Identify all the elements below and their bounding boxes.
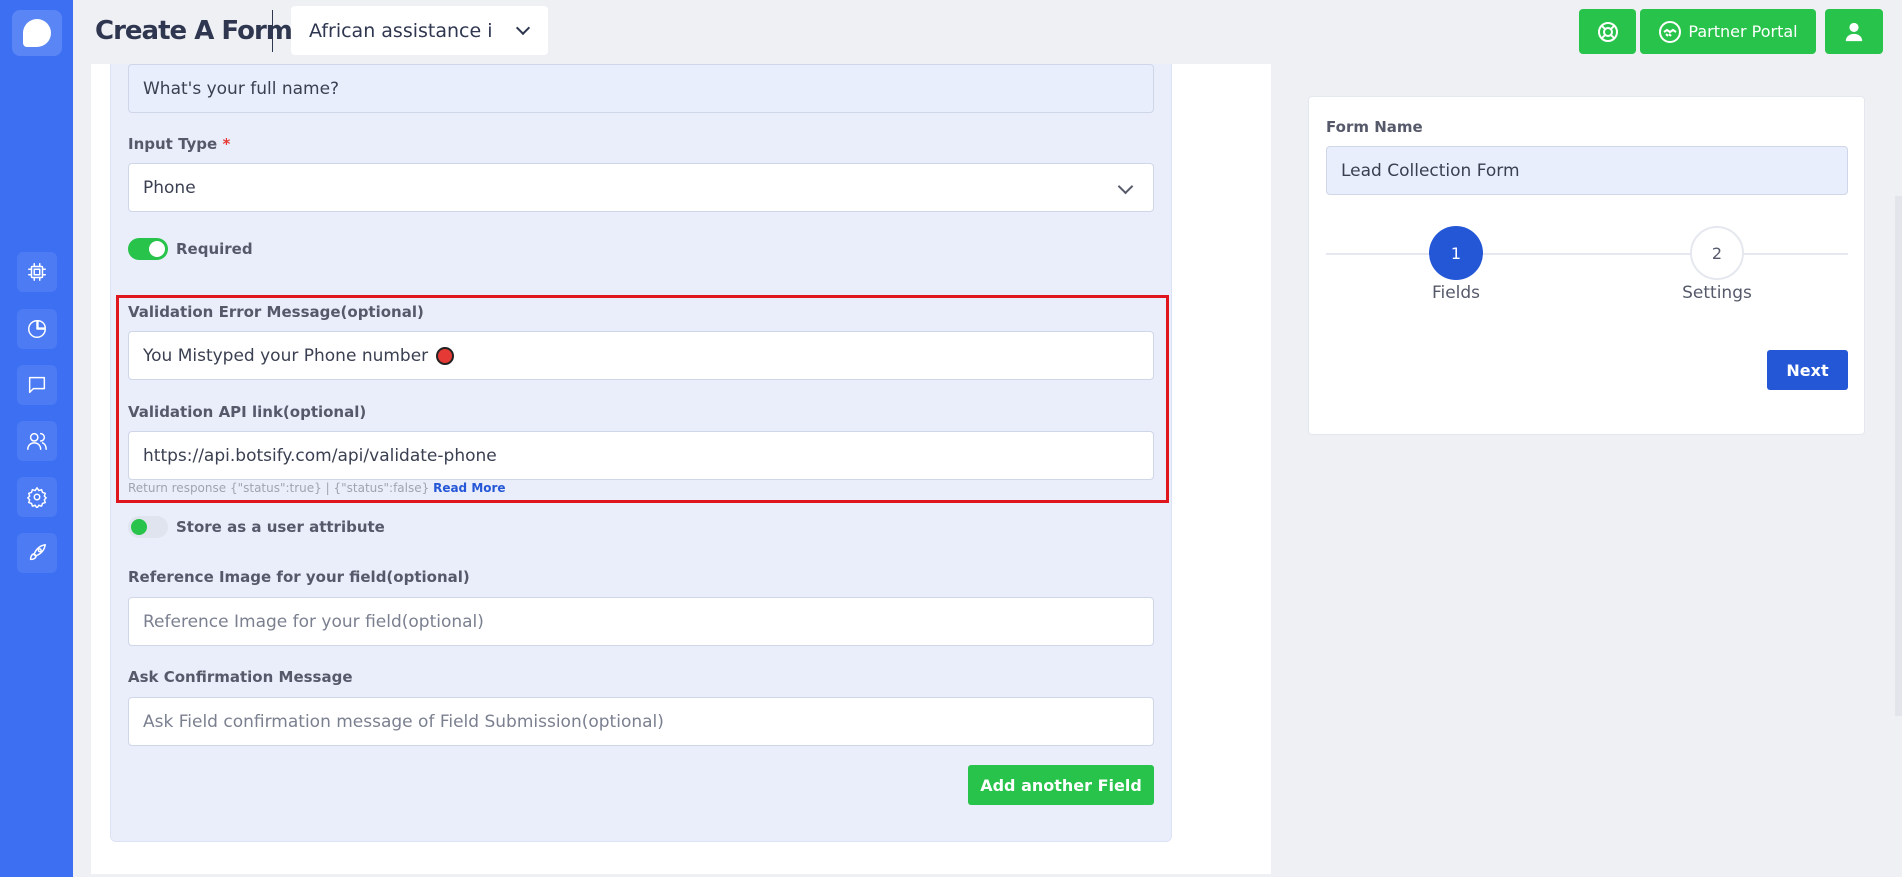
input-type-select[interactable]: Phone <box>128 163 1154 212</box>
step-settings-label: Settings <box>1682 283 1752 303</box>
input-type-label: Input Type * <box>128 135 230 153</box>
input-type-value: Phone <box>143 177 196 198</box>
form-name-label: Form Name <box>1326 118 1423 136</box>
confirmation-input[interactable]: Ask Field confirmation message of Field … <box>128 697 1154 746</box>
toggle-knob <box>131 519 147 535</box>
sidebar-item-analytics[interactable] <box>17 309 57 349</box>
sidebar-item-chip[interactable] <box>17 252 57 292</box>
pie-chart-icon <box>28 320 46 338</box>
step-fields[interactable]: 1 <box>1429 226 1483 280</box>
reference-image-label: Reference Image for your field(optional) <box>128 568 470 586</box>
add-another-field-button[interactable]: Add another Field <box>968 765 1154 805</box>
chip-icon <box>28 263 46 281</box>
input-type-label-text: Input Type <box>128 135 218 153</box>
chat-bubble-logo-icon <box>23 19 51 47</box>
sidebar-item-chat[interactable] <box>17 365 57 405</box>
sidebar-item-users[interactable] <box>17 421 57 461</box>
support-button[interactable] <box>1579 9 1636 54</box>
confirmation-placeholder: Ask Field confirmation message of Field … <box>143 711 664 732</box>
form-name-value: Lead Collection Form <box>1341 160 1520 181</box>
question-input-value: What's your full name? <box>143 78 340 99</box>
confirmation-label: Ask Confirmation Message <box>128 668 353 686</box>
validation-error-input[interactable]: You Mistyped your Phone number <box>128 331 1154 380</box>
reference-image-placeholder: Reference Image for your field(optional) <box>143 611 484 632</box>
user-menu-button[interactable] <box>1825 9 1883 54</box>
validation-hint: Return response {"status":true} | {"stat… <box>128 481 506 495</box>
chevron-down-icon <box>1117 178 1134 195</box>
validation-error-label: Validation Error Message(optional) <box>128 303 424 321</box>
bot-selector[interactable]: African assistance i <box>291 6 548 55</box>
app-logo[interactable] <box>12 10 62 56</box>
question-input[interactable]: What's your full name? <box>128 64 1154 113</box>
sidebar-item-deploy[interactable] <box>17 533 57 573</box>
partner-portal-label: Partner Portal <box>1688 22 1798 41</box>
title-divider <box>272 10 273 52</box>
step-fields-label: Fields <box>1431 283 1481 303</box>
partner-portal-button[interactable]: Partner Portal <box>1640 9 1816 54</box>
chevron-down-icon <box>515 20 531 36</box>
sidebar-item-settings[interactable] <box>17 477 57 517</box>
validation-api-value: https://api.botsify.com/api/validate-pho… <box>143 445 497 466</box>
required-asterisk: * <box>222 135 231 153</box>
record-dot-icon <box>436 346 455 365</box>
gear-icon <box>27 487 47 508</box>
step-settings[interactable]: 2 <box>1690 226 1744 280</box>
hint-text: Return response {"status":true} | {"stat… <box>128 481 430 495</box>
sidebar <box>0 0 73 877</box>
toggle-knob <box>149 241 165 257</box>
next-button[interactable]: Next <box>1767 350 1848 390</box>
bot-selector-value: African assistance i <box>309 19 493 42</box>
validation-error-value: You Mistyped your Phone number <box>143 345 429 366</box>
store-attribute-label: Store as a user attribute <box>176 518 385 536</box>
store-attribute-toggle[interactable] <box>128 516 168 538</box>
rocket-icon <box>29 544 46 561</box>
handshake-icon <box>1659 20 1682 43</box>
user-icon <box>1845 22 1863 41</box>
chat-icon <box>28 376 46 394</box>
reference-image-input[interactable]: Reference Image for your field(optional) <box>128 597 1154 646</box>
lifebuoy-icon <box>1597 21 1618 42</box>
required-toggle[interactable] <box>128 238 168 260</box>
page-scrollbar[interactable] <box>1895 196 1902 716</box>
required-label: Required <box>176 240 253 258</box>
form-name-input[interactable]: Lead Collection Form <box>1326 146 1848 195</box>
users-icon <box>27 432 47 450</box>
validation-api-input[interactable]: https://api.botsify.com/api/validate-pho… <box>128 431 1154 480</box>
page-title: Create A Form <box>95 16 293 46</box>
validation-api-label: Validation API link(optional) <box>128 403 367 421</box>
read-more-link[interactable]: Read More <box>433 481 506 495</box>
stepper-line <box>1326 253 1848 255</box>
